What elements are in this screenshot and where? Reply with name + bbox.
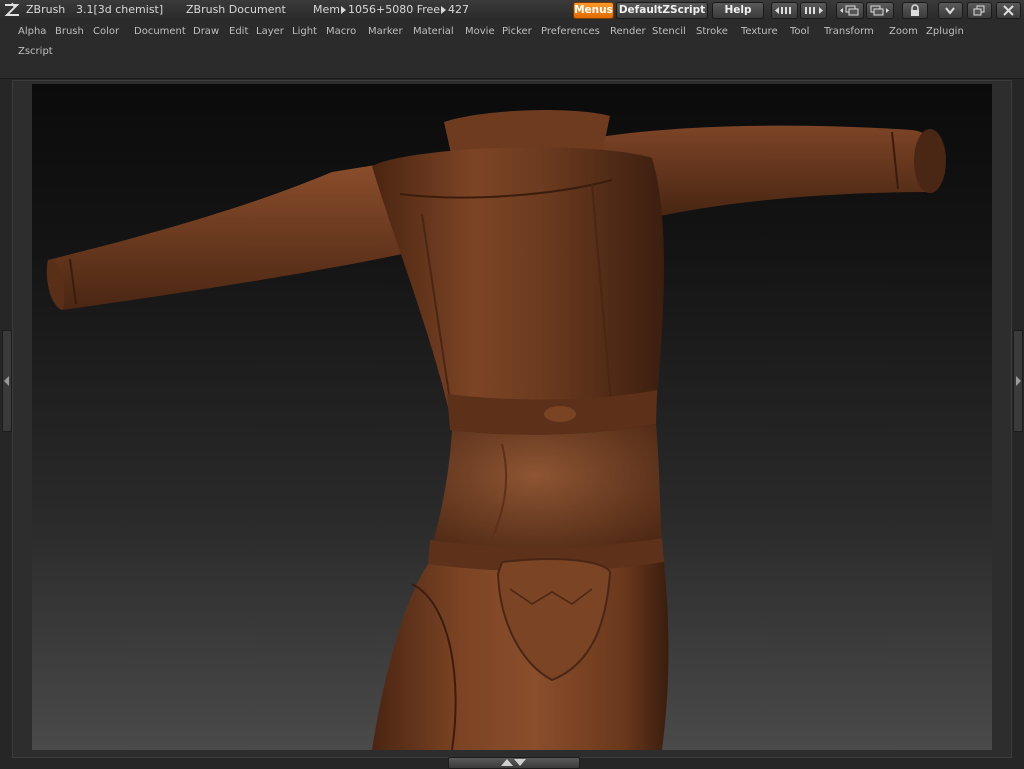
- menus-button[interactable]: Menus: [573, 2, 614, 19]
- menu-tool[interactable]: Tool: [790, 26, 809, 37]
- free-value: 427: [448, 3, 470, 16]
- menu-edit[interactable]: Edit: [229, 26, 248, 37]
- layout-cascade-icon[interactable]: [836, 2, 864, 19]
- mem-value: 1056+5080: [347, 3, 414, 16]
- tray-up-arrow-icon: [501, 759, 513, 766]
- menu-stencil[interactable]: Stencil: [652, 26, 686, 37]
- palette-left-icon[interactable]: [771, 2, 798, 19]
- right-tray-handle[interactable]: [1013, 330, 1023, 432]
- menu-transform[interactable]: Transform: [824, 26, 874, 37]
- menu-render[interactable]: Render: [610, 26, 646, 37]
- main-menu-bar: Alpha Brush Color Document Draw Edit Lay…: [0, 20, 1024, 79]
- minimize-icon[interactable]: [938, 2, 963, 19]
- close-icon[interactable]: [996, 2, 1021, 19]
- menu-color[interactable]: Color: [93, 26, 119, 37]
- memory-readout: Mem 1056+5080 Free 427: [313, 1, 469, 19]
- left-tray-handle[interactable]: [2, 330, 12, 432]
- menu-zoom[interactable]: Zoom: [889, 26, 918, 37]
- menu-movie[interactable]: Movie: [465, 26, 495, 37]
- document-name: ZBrush Document: [186, 3, 286, 16]
- left-tray-arrow-icon: [4, 376, 9, 386]
- lock-icon[interactable]: [902, 2, 928, 19]
- menu-brush[interactable]: Brush: [55, 26, 84, 37]
- app-name: ZBrush: [26, 3, 66, 16]
- mem-label: Mem: [313, 3, 340, 16]
- app-version: 3.1[3d chemist]: [76, 3, 164, 16]
- layout-tile-icon[interactable]: [866, 2, 894, 19]
- menu-texture[interactable]: Texture: [741, 26, 778, 37]
- mem-arrow-icon: [340, 6, 346, 14]
- document-canvas[interactable]: [32, 84, 992, 750]
- menu-material[interactable]: Material: [413, 26, 454, 37]
- menu-macro[interactable]: Macro: [326, 26, 356, 37]
- bottom-tray-handle[interactable]: [448, 757, 580, 769]
- menu-layer[interactable]: Layer: [256, 26, 284, 37]
- free-label: Free: [416, 3, 441, 16]
- menu-light[interactable]: Light: [292, 26, 317, 37]
- menu-zscript[interactable]: Zscript: [18, 46, 53, 57]
- menu-marker[interactable]: Marker: [368, 26, 403, 37]
- sculpt-model: [46, 110, 946, 750]
- menu-stroke[interactable]: Stroke: [696, 26, 728, 37]
- palette-right-icon[interactable]: [800, 2, 827, 19]
- restore-icon[interactable]: [967, 2, 992, 19]
- help-button[interactable]: Help: [712, 2, 764, 19]
- default-zscript-button[interactable]: DefaultZScript: [616, 2, 708, 19]
- menu-document[interactable]: Document: [134, 26, 186, 37]
- menu-draw[interactable]: Draw: [193, 26, 219, 37]
- free-arrow-icon: [441, 6, 447, 14]
- menu-preferences[interactable]: Preferences: [541, 26, 600, 37]
- menu-picker[interactable]: Picker: [502, 26, 532, 37]
- menu-zplugin[interactable]: Zplugin: [926, 26, 964, 37]
- right-tray-arrow-icon: [1016, 376, 1021, 386]
- zbrush-logo-icon: [4, 2, 20, 16]
- tray-down-arrow-icon: [514, 759, 526, 766]
- title-bar: ZBrush 3.1[3d chemist] ZBrush Document M…: [0, 0, 1024, 20]
- menu-alpha[interactable]: Alpha: [18, 26, 46, 37]
